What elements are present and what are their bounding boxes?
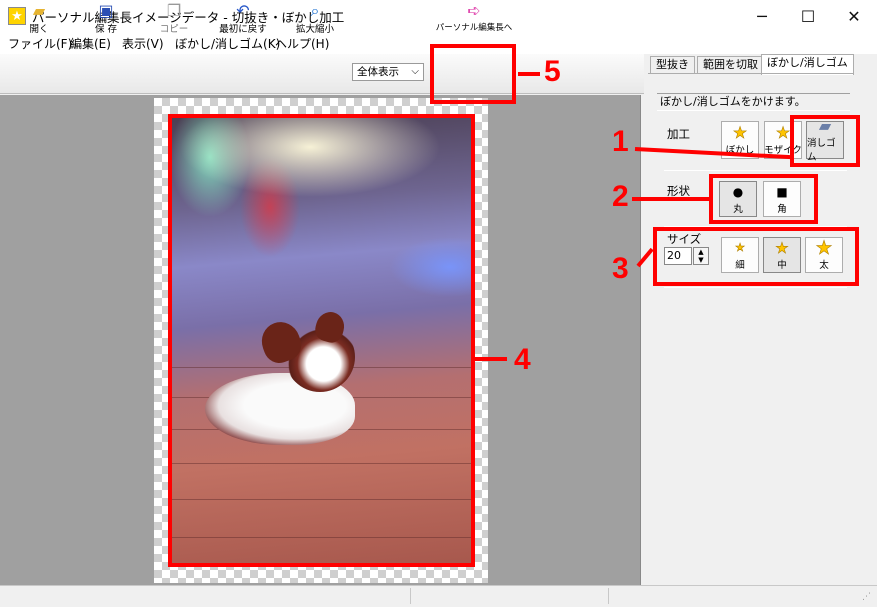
tab-divider xyxy=(648,73,853,74)
revert-button[interactable]: ↶ 最初に戻す xyxy=(214,2,272,38)
maximize-button[interactable]: ☐ xyxy=(785,0,831,32)
panel-description: ぼかし/消しゴムをかけます。 xyxy=(657,93,850,111)
status-pane-divider xyxy=(410,588,411,604)
to-editor-button[interactable]: ➪ パーソナル編集長へ xyxy=(434,2,514,38)
close-button[interactable]: ✕ xyxy=(831,0,877,32)
separator xyxy=(664,287,847,288)
status-pane-divider xyxy=(608,588,609,604)
annotation-box-5 xyxy=(430,44,516,104)
annotation-box-4 xyxy=(168,114,475,567)
tab-die-cut[interactable]: 型抜き xyxy=(650,56,695,74)
copy-button[interactable]: ❐ コピー xyxy=(154,2,194,38)
tab-crop-range[interactable]: 範囲を切取 xyxy=(697,56,764,74)
zoom-button[interactable]: ⌕ 拡大縮小 xyxy=(290,2,340,38)
folder-icon: ▰ xyxy=(32,1,46,20)
annotation-line-4 xyxy=(475,357,507,361)
star-icon: ★ xyxy=(732,123,748,142)
minimize-button[interactable]: ─ xyxy=(739,0,785,32)
annotation-box-1 xyxy=(790,115,860,167)
annotation-number-2: 2 xyxy=(612,180,629,213)
annotation-number-1: 1 xyxy=(612,125,629,158)
star-icon: ★ xyxy=(775,123,791,142)
process-label: 加工 xyxy=(667,127,690,141)
chevron-down-icon: ⌵ xyxy=(411,66,419,77)
zoom-select[interactable]: 全体表示 ⌵ xyxy=(352,63,424,81)
annotation-number-3: 3 xyxy=(612,252,629,285)
tab-blur-eraser[interactable]: ぼかし/消しゴム xyxy=(761,54,854,75)
separator xyxy=(664,170,847,171)
copy-icon: ❐ xyxy=(166,1,182,20)
save-button[interactable]: ▣ 保 存 xyxy=(88,2,124,38)
magnifier-icon: ⌕ xyxy=(310,1,320,20)
annotation-number-4: 4 xyxy=(514,343,531,376)
annotation-line-2 xyxy=(632,197,710,201)
annotation-number-5: 5 xyxy=(544,55,561,88)
open-button[interactable]: ▰ 開く xyxy=(22,2,56,38)
undo-icon: ↶ xyxy=(236,1,250,20)
annotation-box-3 xyxy=(653,227,859,286)
annotation-line-5 xyxy=(518,72,540,76)
export-icon: ➪ xyxy=(467,1,481,20)
annotation-box-2 xyxy=(709,174,818,224)
floppy-icon: ▣ xyxy=(98,1,114,20)
resize-grip-icon[interactable]: ⋰ xyxy=(862,592,871,602)
status-bar xyxy=(0,585,877,607)
zoom-select-value: 全体表示 xyxy=(357,66,399,78)
